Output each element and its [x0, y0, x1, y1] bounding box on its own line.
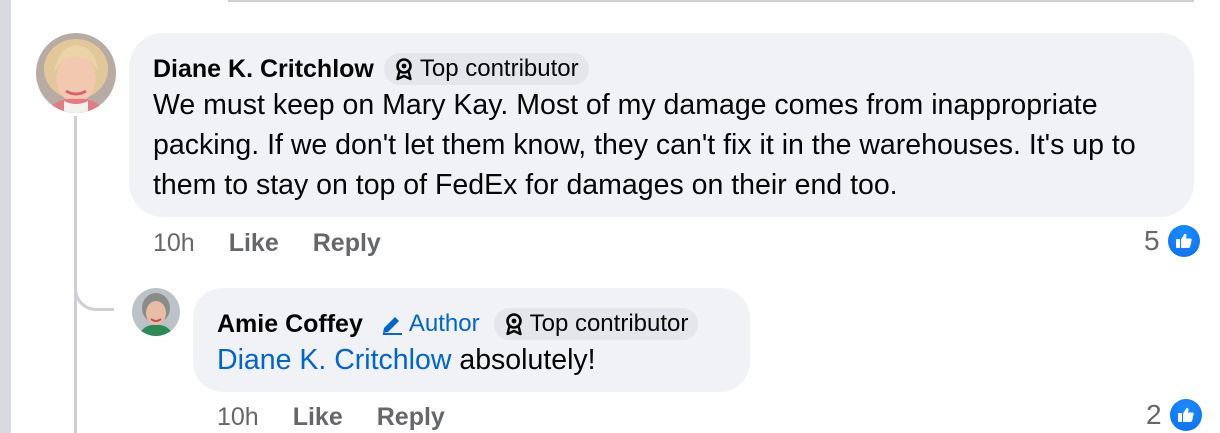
comment-header: Diane K. Critchlow Top contributor: [153, 53, 589, 85]
left-edge-bar: [0, 0, 11, 433]
badge-icon: [505, 313, 522, 336]
like-button[interactable]: Like: [293, 403, 343, 432]
reply-header: Amie Coffey Author Top contributor: [217, 308, 699, 340]
timestamp[interactable]: 10h: [217, 403, 259, 432]
like-button[interactable]: Like: [229, 229, 279, 258]
pencil-icon: [382, 317, 402, 335]
reply-body: absolutely!: [459, 344, 596, 376]
badge-label: Top contributor: [419, 55, 579, 82]
like-thumb-icon: [1169, 399, 1202, 431]
like-thumb-icon: [1167, 225, 1200, 257]
reply-button[interactable]: Reply: [377, 403, 445, 432]
comment-text: We must keep on Mary Kay. Most of my dam…: [153, 89, 1136, 201]
reply-button[interactable]: Reply: [313, 229, 381, 258]
badge-icon: [396, 58, 412, 81]
author-name[interactable]: Diane K. Critchlow: [153, 55, 374, 84]
author-badge[interactable]: Author: [377, 308, 484, 340]
top-divider: [228, 0, 1194, 2]
badge-label: Top contributor: [529, 310, 689, 337]
thread-connector: [74, 255, 114, 311]
reaction-count-value: 2: [1146, 399, 1162, 430]
avatar-diane[interactable]: [36, 33, 116, 113]
reply-actions: 10h Like Reply: [217, 403, 445, 432]
reply-text: Diane K. Critchlow absolutely!: [217, 340, 737, 380]
badge-label: Author: [408, 310, 480, 337]
top-contributor-badge[interactable]: Top contributor: [383, 53, 589, 85]
reaction-count-value: 5: [1144, 225, 1160, 256]
reaction-count[interactable]: 5: [1144, 225, 1200, 257]
top-contributor-badge[interactable]: Top contributor: [493, 308, 699, 340]
author-name[interactable]: Amie Coffey: [217, 310, 363, 339]
avatar-amie[interactable]: [132, 288, 180, 336]
comment-actions: 10h Like Reply: [153, 229, 381, 258]
timestamp[interactable]: 10h: [153, 229, 195, 258]
mention-link[interactable]: Diane K. Critchlow: [217, 344, 451, 376]
reaction-count[interactable]: 2: [1146, 399, 1202, 431]
